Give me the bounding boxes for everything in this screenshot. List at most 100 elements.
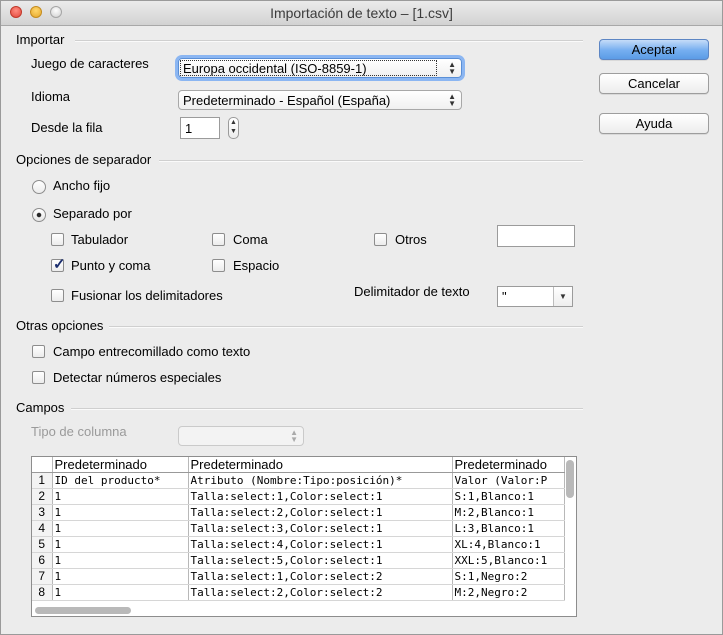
table-cell[interactable]: 1: [52, 536, 189, 553]
other-checkbox[interactable]: [374, 233, 387, 246]
table-cell[interactable]: L:3,Blanco:1: [452, 520, 565, 537]
title-bar[interactable]: Importación de texto – [1.csv]: [1, 1, 722, 26]
table-row: 7 1 Talla:select:1,Color:select:2 S:1,Ne…: [32, 568, 565, 585]
text-delimiter-value: ": [502, 289, 507, 304]
merge-delimiters-label: Fusionar los delimitadores: [71, 288, 223, 303]
row-number: 7: [32, 568, 53, 585]
table-row: 6 1 Talla:select:5,Color:select:1 XXL:5,…: [32, 552, 565, 569]
table-cell[interactable]: 1: [52, 520, 189, 537]
header-row: Predeterminado Predeterminado Predetermi…: [32, 457, 565, 473]
table-row: 2 1 Talla:select:1,Color:select:1 S:1,Bl…: [32, 488, 565, 505]
table-cell[interactable]: 1: [52, 504, 189, 521]
section-fields-title: Campos: [16, 400, 65, 415]
language-select[interactable]: Predeterminado - Español (España) ▲ ▼: [178, 90, 462, 110]
separated-by-radio[interactable]: [32, 208, 46, 222]
language-label: Idioma: [31, 89, 71, 104]
table-cell[interactable]: M:2,Blanco:1: [452, 504, 565, 521]
row-number: 6: [32, 552, 53, 569]
table-row: 3 1 Talla:select:2,Color:select:1 M:2,Bl…: [32, 504, 565, 521]
table-cell[interactable]: 1: [52, 568, 189, 585]
table-cell[interactable]: ID del producto*: [52, 472, 189, 489]
updown-arrows-icon: ▲ ▼: [290, 428, 298, 444]
semicolon-checkbox[interactable]: ✓: [51, 256, 66, 273]
table-row: 1 ID del producto* Atributo (Nombre:Tipo…: [32, 472, 565, 489]
other-separator-input[interactable]: [497, 225, 575, 247]
table-cell[interactable]: S:1,Negro:2: [452, 568, 565, 585]
detect-special-numbers-checkbox[interactable]: [32, 371, 45, 384]
from-row-stepper[interactable]: ▲ ▼: [228, 117, 239, 139]
quoted-as-text-checkbox[interactable]: [32, 345, 45, 358]
charset-select[interactable]: Europa occidental (ISO-8859-1) ▲ ▼: [178, 58, 462, 78]
column-type-select[interactable]: ▲ ▼: [178, 426, 304, 446]
column-header[interactable]: Predeterminado: [188, 457, 453, 473]
text-import-dialog: Importación de texto – [1.csv] Importar …: [0, 0, 723, 635]
dropdown-arrow-icon[interactable]: ▼: [553, 287, 572, 306]
fixed-width-label: Ancho fijo: [53, 178, 111, 193]
other-label: Otros: [395, 232, 427, 247]
section-import-title: Importar: [16, 32, 65, 47]
from-row-input[interactable]: 1: [180, 117, 220, 139]
preview-table: Predeterminado Predeterminado Predetermi…: [32, 457, 565, 601]
table-cell[interactable]: Talla:select:2,Color:select:1: [188, 504, 453, 521]
separated-by-label: Separado por: [53, 206, 132, 221]
space-checkbox[interactable]: [212, 259, 225, 272]
row-number: 8: [32, 584, 53, 601]
table-cell[interactable]: Talla:select:1,Color:select:2: [188, 568, 453, 585]
table-cell[interactable]: M:2,Negro:2: [452, 584, 565, 601]
vertical-scrollbar[interactable]: [566, 460, 574, 498]
from-row-label: Desde la fila: [31, 120, 103, 135]
merge-delimiters-checkbox[interactable]: [51, 289, 64, 302]
section-divider: [109, 326, 583, 328]
language-value: Predeterminado - Español (España): [183, 93, 391, 108]
section-divider: [71, 408, 583, 410]
updown-arrows-icon: ▲ ▼: [448, 92, 456, 108]
window-title: Importación de texto – [1.csv]: [270, 5, 453, 21]
table-cell[interactable]: S:1,Blanco:1: [452, 488, 565, 505]
comma-checkbox[interactable]: [212, 233, 225, 246]
table-cell[interactable]: Talla:select:2,Color:select:2: [188, 584, 453, 601]
column-header[interactable]: Predeterminado: [52, 457, 189, 473]
corner-cell: [32, 457, 53, 473]
table-row: 8 1 Talla:select:2,Color:select:2 M:2,Ne…: [32, 584, 565, 601]
quoted-as-text-label: Campo entrecomillado como texto: [53, 344, 251, 359]
table-cell[interactable]: 1: [52, 488, 189, 505]
table-cell[interactable]: Talla:select:3,Color:select:1: [188, 520, 453, 537]
column-type-label: Tipo de columna: [31, 424, 127, 439]
row-number: 1: [32, 472, 53, 489]
table-cell[interactable]: Valor (Valor:P: [452, 472, 565, 489]
horizontal-scrollbar[interactable]: [35, 607, 131, 614]
semicolon-label: Punto y coma: [71, 258, 151, 273]
table-row: 5 1 Talla:select:4,Color:select:1 XL:4,B…: [32, 536, 565, 553]
charset-value: Europa occidental (ISO-8859-1): [183, 61, 367, 76]
updown-arrows-icon: ▲ ▼: [448, 60, 456, 76]
help-button[interactable]: Ayuda: [599, 113, 709, 134]
section-other-options-title: Otras opciones: [16, 318, 104, 333]
text-delimiter-combo[interactable]: " ▼: [497, 286, 573, 307]
detect-special-numbers-label: Detectar números especiales: [53, 370, 222, 385]
row-number: 2: [32, 488, 53, 505]
cancel-button[interactable]: Cancelar: [599, 73, 709, 94]
accept-button[interactable]: Aceptar: [599, 39, 709, 60]
table-cell[interactable]: XL:4,Blanco:1: [452, 536, 565, 553]
table-cell[interactable]: 1: [52, 552, 189, 569]
table-cell[interactable]: Talla:select:5,Color:select:1: [188, 552, 453, 569]
section-divider: [75, 40, 583, 42]
table-row: 4 1 Talla:select:3,Color:select:1 L:3,Bl…: [32, 520, 565, 537]
table-cell[interactable]: Talla:select:1,Color:select:1: [188, 488, 453, 505]
section-divider: [159, 160, 583, 162]
space-label: Espacio: [233, 258, 280, 273]
tab-checkbox[interactable]: [51, 233, 64, 246]
table-cell[interactable]: Talla:select:4,Color:select:1: [188, 536, 453, 553]
checkmark-icon: ✓: [53, 256, 66, 273]
row-number: 4: [32, 520, 53, 537]
tab-label: Tabulador: [71, 232, 129, 247]
preview-grid[interactable]: Predeterminado Predeterminado Predetermi…: [31, 456, 577, 617]
row-number: 5: [32, 536, 53, 553]
table-cell[interactable]: XXL:5,Blanco:1: [452, 552, 565, 569]
table-cell[interactable]: Atributo (Nombre:Tipo:posición)*: [188, 472, 453, 489]
fixed-width-radio[interactable]: [32, 180, 46, 194]
section-separator-title: Opciones de separador: [16, 152, 152, 167]
column-header[interactable]: Predeterminado: [452, 457, 565, 473]
table-cell[interactable]: 1: [52, 584, 189, 601]
row-number: 3: [32, 504, 53, 521]
